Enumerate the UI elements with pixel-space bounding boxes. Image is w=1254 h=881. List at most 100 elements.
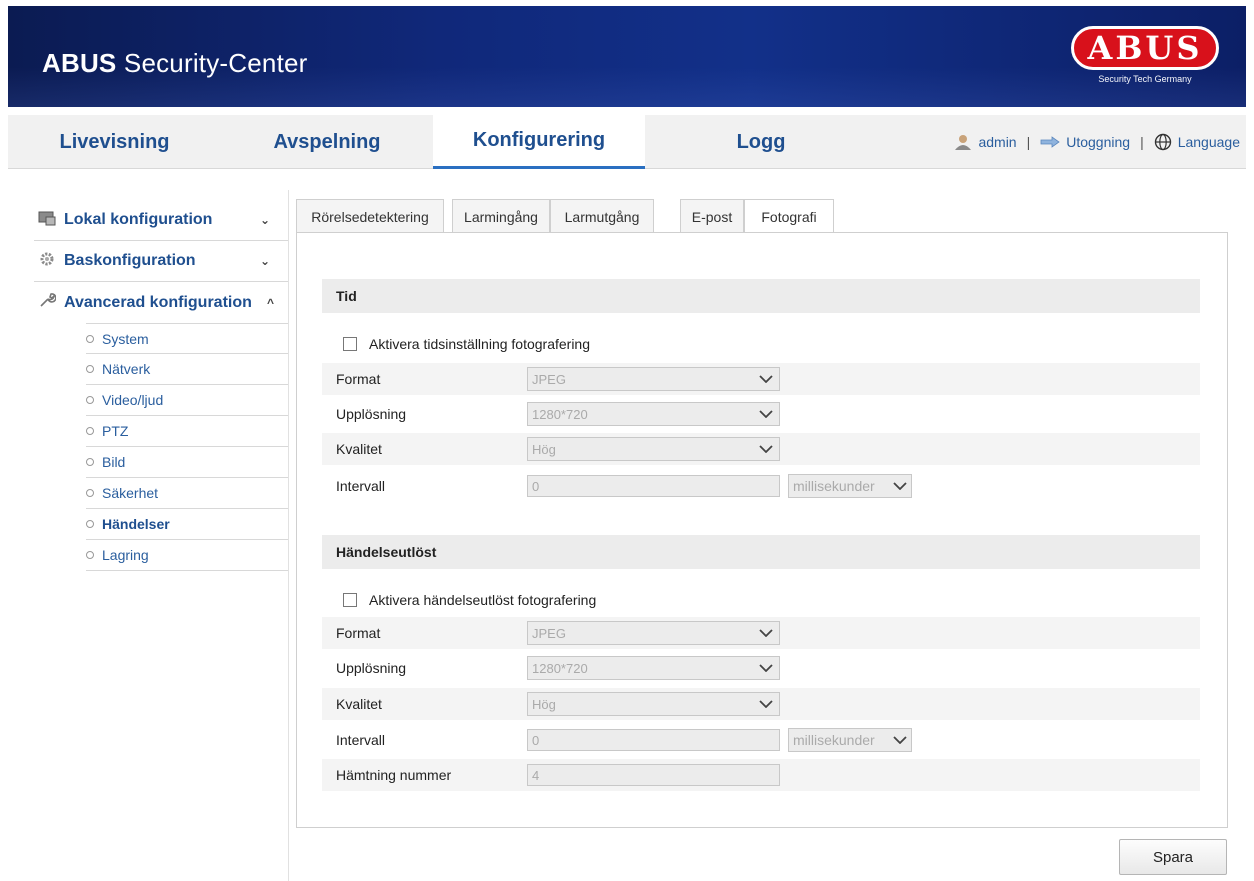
tid-resolution-select[interactable]: 1280*720 (527, 402, 780, 426)
sidebar-section-label: Baskonfiguration (64, 252, 196, 269)
event-resolution-label: Upplösning (336, 660, 407, 676)
abus-logo: ABUS Security Tech Germany (1068, 26, 1222, 96)
sidebar-item-label: Säkerhet (102, 485, 159, 501)
tid-quality-select[interactable]: Hög (527, 437, 780, 461)
sidebar-subitems: System Nätverk Video/ljud PTZ Bild Säker… (86, 323, 288, 571)
chevron-down-icon (889, 482, 911, 490)
logout-link[interactable]: Utoggning (1066, 134, 1130, 150)
wrench-icon (36, 291, 58, 314)
tid-resolution-label: Upplösning (336, 406, 407, 422)
sidebar-item-label: Händelser (102, 516, 170, 532)
tid-enable-label: Aktivera tidsinställning fotografering (369, 336, 591, 352)
sidebar-item-label: Bild (102, 454, 126, 470)
sidebar-section-bas[interactable]: Baskonfiguration ⌄ (34, 241, 288, 282)
event-format-label: Format (336, 625, 381, 641)
logo-tagline: Security Tech Germany (1098, 74, 1192, 84)
save-button[interactable]: Spara (1119, 839, 1227, 875)
sidebar-item-label: Nätverk (102, 361, 151, 377)
content-panel: Tid Aktivera tidsinställning fotograferi… (296, 232, 1228, 828)
sidebar-item-label: PTZ (102, 423, 129, 439)
event-capture-input[interactable]: 4 (527, 764, 780, 786)
bullet-icon (86, 396, 94, 404)
select-value: millisekunder (793, 732, 875, 748)
brand-rest: Security-Center (116, 48, 308, 78)
nav-tab-livevisning[interactable]: Livevisning (8, 115, 221, 169)
tid-interval-input[interactable]: 0 (527, 475, 780, 497)
nav-tab-konfigurering[interactable]: Konfigurering (433, 115, 645, 169)
tab-rorelsedetektering[interactable]: Rörelsedetektering (296, 199, 444, 233)
tab-larmingang[interactable]: Larmingång (452, 199, 550, 233)
header-banner: ABUS Security-Center ABUS Security Tech … (8, 6, 1246, 107)
chevron-down-icon (889, 736, 911, 744)
sidebar-item-handelser[interactable]: Händelser (86, 509, 288, 540)
event-resolution-select[interactable]: 1280*720 (527, 656, 780, 680)
brand-bold: ABUS (42, 48, 117, 78)
select-value: Hög (532, 441, 556, 457)
separator: | (1026, 134, 1031, 150)
select-value: JPEG (532, 625, 566, 641)
select-value: 1280*720 (532, 406, 588, 422)
sidebar-item-video-ljud[interactable]: Video/ljud (86, 385, 288, 416)
event-interval-input[interactable]: 0 (527, 729, 780, 751)
event-quality-row: Kvalitet Hög (322, 688, 1200, 720)
event-capture-label: Hämtning nummer (336, 767, 452, 783)
chevron-down-icon (753, 410, 779, 418)
main-nav: Livevisning Avspelning Konfigurering Log… (8, 115, 1246, 169)
tid-enable-checkbox[interactable] (343, 337, 357, 351)
tab-larmutgang[interactable]: Larmutgång (550, 199, 654, 233)
user-bar: admin | Utoggning | Language (954, 115, 1240, 169)
tid-format-select[interactable]: JPEG (527, 367, 780, 391)
chevron-down-icon: ⌄ (259, 213, 270, 227)
section-event-title: Händelseutlöst (322, 535, 1200, 569)
tid-format-row: Format JPEG (322, 363, 1200, 395)
select-value: Hög (532, 696, 556, 712)
sidebar-section-label: Lokal konfiguration (64, 211, 213, 228)
sidebar-divider (288, 190, 289, 881)
event-interval-row: Intervall 0 millisekunder (322, 724, 1200, 756)
event-format-select[interactable]: JPEG (527, 621, 780, 645)
event-quality-label: Kvalitet (336, 696, 382, 712)
sidebar-section-avancerad[interactable]: Avancerad konfiguration ^ (34, 282, 288, 323)
chevron-down-icon (753, 629, 779, 637)
tab-e-post[interactable]: E-post (680, 199, 744, 233)
tid-enable-row: Aktivera tidsinställning fotografering (343, 333, 590, 355)
language-link[interactable]: Language (1178, 134, 1240, 150)
nav-tab-logg[interactable]: Logg (645, 115, 877, 169)
chevron-down-icon (753, 445, 779, 453)
sidebar: Lokal konfiguration ⌄ Baskonfiguration ⌄… (34, 200, 288, 571)
sidebar-item-natverk[interactable]: Nätverk (86, 354, 288, 385)
chevron-down-icon (753, 664, 779, 672)
sidebar-item-lagring[interactable]: Lagring (86, 540, 288, 571)
chevron-up-icon: ^ (266, 295, 274, 310)
sidebar-section-lokal[interactable]: Lokal konfiguration ⌄ (34, 200, 288, 241)
user-name[interactable]: admin (978, 134, 1016, 150)
select-value: 1280*720 (532, 660, 588, 676)
tab-fotografi[interactable]: Fotografi (744, 199, 834, 234)
bullet-icon (86, 520, 94, 528)
sidebar-item-ptz[interactable]: PTZ (86, 416, 288, 447)
event-capture-row: Hämtning nummer 4 (322, 759, 1200, 791)
chevron-down-icon (753, 700, 779, 708)
event-quality-select[interactable]: Hög (527, 692, 780, 716)
event-enable-checkbox[interactable] (343, 593, 357, 607)
globe-icon (1154, 133, 1172, 151)
event-interval-unit-select[interactable]: millisekunder (788, 728, 912, 752)
tid-quality-row: Kvalitet Hög (322, 433, 1200, 465)
tid-resolution-row: Upplösning 1280*720 (322, 398, 1200, 430)
section-tid-title: Tid (322, 279, 1200, 313)
bullet-icon (86, 458, 94, 466)
bullet-icon (86, 334, 94, 343)
sidebar-item-label: System (102, 330, 149, 347)
sidebar-item-sakerhet[interactable]: Säkerhet (86, 478, 288, 509)
sidebar-section-label: Avancerad konfiguration (64, 293, 252, 311)
bullet-icon (86, 551, 94, 559)
nav-tab-avspelning[interactable]: Avspelning (221, 115, 433, 169)
chevron-down-icon: ⌄ (259, 254, 270, 268)
select-value: millisekunder (793, 478, 875, 494)
tid-interval-unit-select[interactable]: millisekunder (788, 474, 912, 498)
logout-icon (1040, 136, 1060, 148)
sidebar-item-bild[interactable]: Bild (86, 447, 288, 478)
sidebar-item-system[interactable]: System (86, 323, 288, 354)
tid-interval-label: Intervall (336, 478, 386, 494)
tid-interval-row: Intervall 0 millisekunder (322, 470, 1200, 502)
